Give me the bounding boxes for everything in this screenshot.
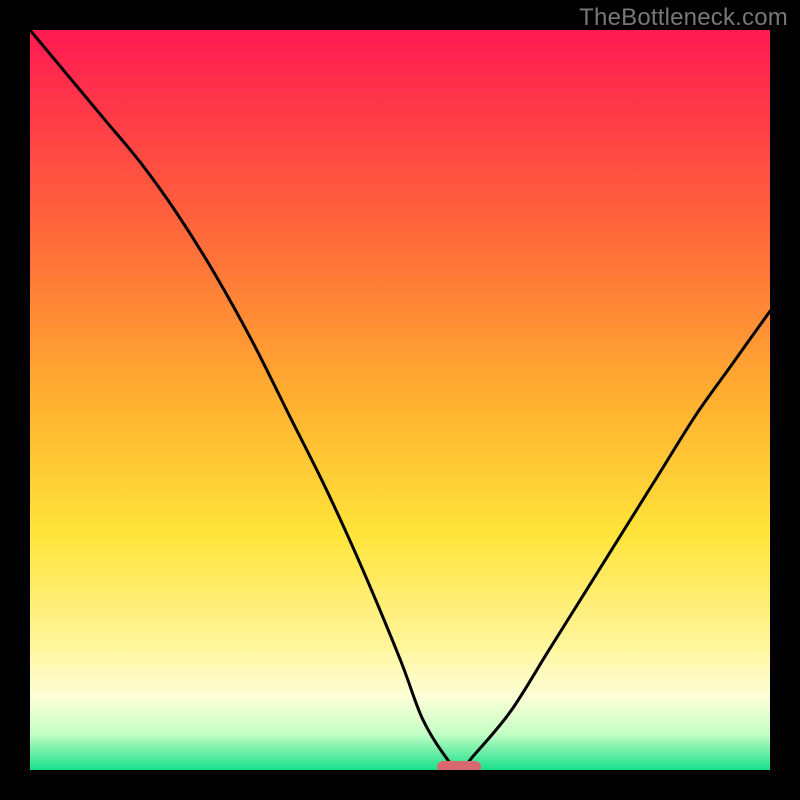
plot-area [30,30,770,770]
chart-frame: TheBottleneck.com [0,0,800,800]
watermark-text: TheBottleneck.com [579,4,788,32]
bottleneck-curve [30,30,770,770]
optimal-marker [437,761,481,770]
